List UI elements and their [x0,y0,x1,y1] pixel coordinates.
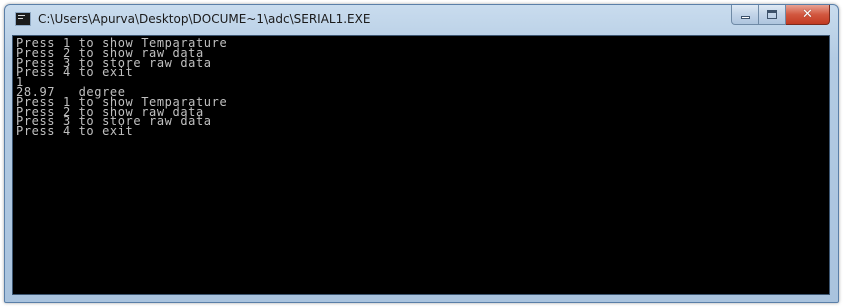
close-button[interactable]: ✕ [786,5,830,25]
maximize-icon [767,10,777,19]
console-line: Press 4 to exit [16,65,134,80]
minimize-icon [741,16,750,19]
caption-buttons: ✕ [731,5,830,26]
console-output-area[interactable]: Press 1 to show Temparature Press 2 to s… [12,35,830,295]
console-line: Press 4 to exit [16,124,134,139]
title-bar[interactable]: C:\Users\Apurva\Desktop\DOCUME~1\adc\SER… [5,5,838,34]
console-text: Press 1 to show Temparature Press 2 to s… [16,37,227,139]
maximize-button[interactable] [759,5,786,25]
minimize-button[interactable] [731,5,759,25]
window-title: C:\Users\Apurva\Desktop\DOCUME~1\adc\SER… [38,12,371,26]
close-icon: ✕ [802,7,813,22]
console-window: C:\Users\Apurva\Desktop\DOCUME~1\adc\SER… [4,4,839,303]
console-app-icon[interactable] [15,12,31,26]
